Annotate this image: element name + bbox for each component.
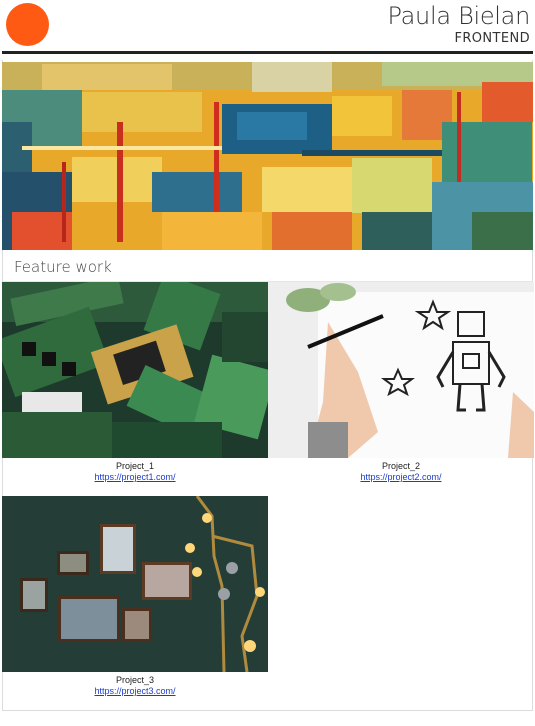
project-thumbnail[interactable] — [2, 496, 268, 672]
project-title: Project_3 — [115, 675, 155, 685]
project-link[interactable]: https://project3.com/ — [2, 686, 268, 697]
author-role: FRONTEND — [454, 31, 530, 46]
project-link[interactable]: https://project2.com/ — [268, 472, 534, 483]
project-card: Project_1 https://project1.com/ — [2, 282, 268, 483]
project-thumbnail[interactable] — [268, 282, 534, 458]
project-title: Project_1 — [115, 461, 155, 471]
project-card: Project_2 https://project2.com/ — [268, 282, 534, 483]
site-header: Paula Bielan FRONTEND — [0, 0, 535, 54]
project-link[interactable]: https://project1.com/ — [2, 472, 268, 483]
section-title: Feature work — [14, 258, 112, 276]
project-card: Project_3 https://project3.com/ — [2, 496, 268, 697]
project-thumbnail[interactable] — [2, 282, 268, 458]
project-title: Project_2 — [381, 461, 421, 471]
header-divider — [2, 51, 533, 54]
hero-image — [2, 62, 533, 250]
logo-circle[interactable] — [6, 3, 49, 46]
author-name: Paula Bielan — [387, 2, 531, 30]
footer-divider — [2, 710, 533, 711]
